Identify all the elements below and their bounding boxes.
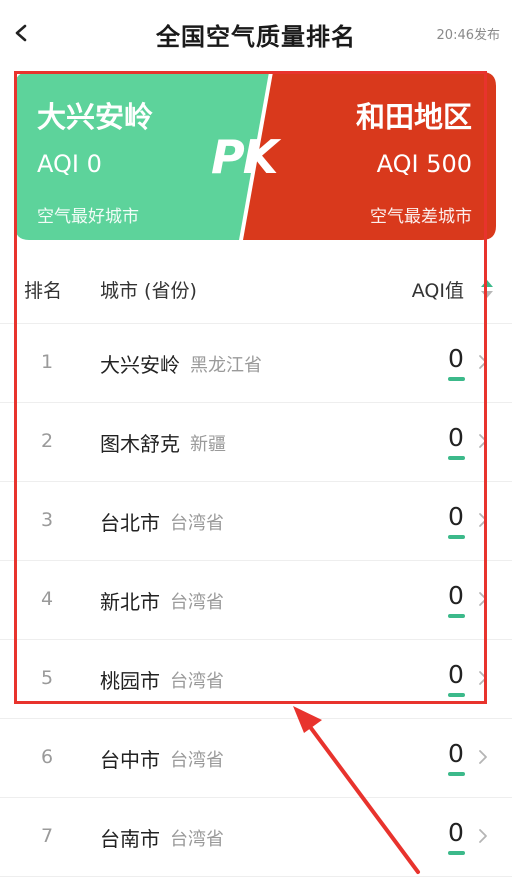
annotation-arrow <box>293 706 420 874</box>
